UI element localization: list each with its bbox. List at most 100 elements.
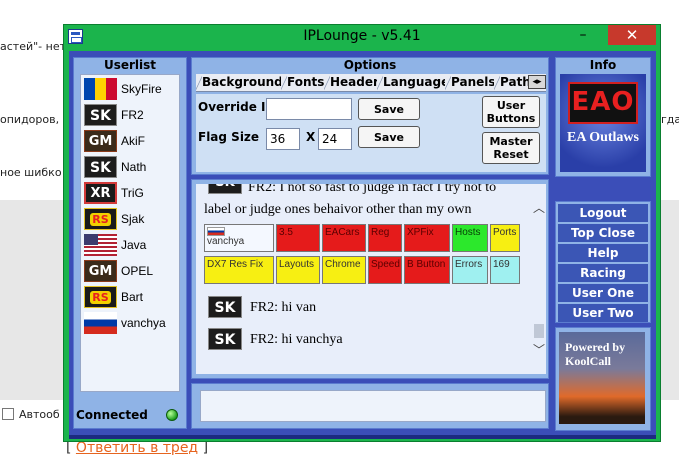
flag-size-label: Flag Size (198, 130, 260, 144)
powered-by-text: Powered by KoolCall (565, 340, 625, 368)
user-two-button[interactable]: User Two (558, 304, 648, 322)
chat-log[interactable]: SK FR2: I not so fast to judge in fact I… (196, 184, 532, 374)
user-item[interactable]: RS Bart (83, 285, 179, 309)
title-bar[interactable]: IPLounge - v5.41 – ✕ (64, 25, 660, 49)
badge-label: vanchya (207, 236, 245, 247)
usa-flag-icon (84, 234, 117, 256)
user-buttons-button[interactable]: User Buttons (482, 96, 540, 128)
override-ip-input[interactable] (266, 98, 352, 120)
status-badge: Errors (452, 256, 488, 284)
russia-flag-icon (84, 312, 117, 334)
user-name: OPEL (121, 264, 154, 278)
client-area: Userlist SkyFire SK FR2 GM AkiF SK Nath (69, 51, 656, 435)
gm-logo-icon: GM (84, 130, 117, 152)
racing-button[interactable]: Racing (558, 264, 648, 282)
status-badge: 169 (490, 256, 520, 284)
minimize-button[interactable]: – (568, 25, 598, 45)
master-reset-button[interactable]: Master Reset (482, 132, 540, 164)
status-badge: B Button (404, 256, 450, 284)
tab-language[interactable]: Language (377, 75, 449, 91)
reply-in-thread-link[interactable]: Ответить в тред (76, 440, 198, 456)
user-name: vanchya (121, 316, 166, 330)
user-item[interactable]: GM AkiF (83, 129, 179, 153)
sunset-image: Powered by KoolCall (559, 332, 645, 424)
tab-fonts[interactable]: Fonts (281, 75, 324, 91)
user-item[interactable]: Java (83, 233, 179, 257)
user-item[interactable]: SK FR2 (83, 103, 179, 127)
chat-scrollbar[interactable]: ︿ ﹀ (532, 184, 546, 374)
bg-text-line2-right: гда (661, 113, 679, 126)
tab-panels[interactable]: Panels (445, 75, 496, 91)
bg-text-line3: ное шибко (0, 166, 62, 179)
user-name: AkiF (121, 134, 145, 148)
chat-message: FR2: I not so fast to judge in fact I tr… (248, 184, 497, 195)
connection-status: Connected (76, 408, 148, 422)
save-ip-button[interactable]: Save (358, 98, 420, 120)
user-name: Java (121, 238, 147, 252)
iplounge-window: IPLounge - v5.41 – ✕ Userlist SkyFire SK… (63, 24, 661, 442)
status-badge: Ports (490, 224, 520, 252)
moldova-flag-icon (84, 78, 117, 100)
rs-badge-text: RS (90, 213, 111, 226)
scroll-up-icon[interactable]: ︿ (533, 202, 545, 214)
sk-logo-icon: SK (84, 156, 117, 178)
scroll-thumb[interactable] (534, 324, 544, 338)
bg-reply-link-row: [ Ответить в тред ] (66, 440, 208, 456)
user-name: Bart (121, 290, 144, 304)
userlist-header: Userlist (74, 58, 186, 72)
eao-logo-icon: EAO (568, 82, 638, 124)
flag-height-input[interactable] (318, 128, 352, 150)
tab-header[interactable]: Header (324, 75, 379, 91)
options-tabs: Background Fonts Header Language Panels … (196, 74, 546, 92)
powered-by-line2: KoolCall (565, 354, 612, 368)
user-item[interactable]: SkyFire (83, 77, 179, 101)
status-badge: 3.5 (276, 224, 320, 252)
options-body: Override IP Save Flag Size X Save User B… (196, 94, 546, 172)
user-name: Nath (121, 160, 147, 174)
powered-by-line1: Powered by (565, 340, 626, 354)
powered-by-panel: Powered by KoolCall (555, 327, 651, 431)
gm-logo-icon: GM (84, 260, 117, 282)
top-close-button[interactable]: Top Close (558, 224, 648, 242)
user-item[interactable]: RS Sjak (83, 207, 179, 231)
sk-logo-icon: SK (208, 184, 242, 194)
rs-logo-icon: RS (84, 286, 117, 308)
user-one-button[interactable]: User One (558, 284, 648, 302)
user-item[interactable]: XR TriG (83, 181, 179, 205)
logout-button[interactable]: Logout (558, 204, 648, 222)
status-badge: Speed (368, 256, 402, 284)
chat-message-continued: label or judge ones behaivor other than … (204, 202, 472, 217)
tab-path[interactable]: Path (494, 75, 528, 91)
status-badge: Chrome (322, 256, 366, 284)
flag-size-x-label: X (306, 130, 316, 144)
scroll-down-icon[interactable]: ﹀ (533, 344, 545, 356)
chat-message: FR2: hi van (250, 300, 317, 315)
russia-flag-icon (207, 227, 225, 236)
user-item[interactable]: SK Nath (83, 155, 179, 179)
user-name: FR2 (121, 108, 144, 122)
user-name: TriG (121, 186, 144, 200)
status-badge: Layouts (276, 256, 320, 284)
chat-panel: SK FR2: I not so fast to judge in fact I… (191, 179, 549, 379)
user-item[interactable]: vanchya (83, 311, 179, 335)
ea-outlaws-logo: EAO EA Outlaws (560, 74, 646, 172)
xr-logo-icon: XR (84, 182, 117, 204)
override-ip-label: Override IP (198, 100, 275, 114)
chat-input[interactable] (200, 390, 546, 422)
info-panel: Info EAO EA Outlaws (555, 57, 651, 177)
info-header: Info (556, 58, 650, 72)
tab-background[interactable]: Background (196, 75, 283, 91)
connection-status-bar: Connected (74, 404, 186, 426)
user-item[interactable]: GM OPEL (83, 259, 179, 283)
rs-logo-icon: RS (84, 208, 117, 230)
status-badge: EACars (322, 224, 366, 252)
help-button[interactable]: Help (558, 244, 648, 262)
save-flag-size-button[interactable]: Save (358, 126, 420, 148)
tab-scroll-arrows[interactable]: ◂▸ (528, 75, 546, 89)
bg-text-line1: астей"- нет (0, 40, 67, 53)
flag-width-input[interactable] (266, 128, 300, 150)
close-button[interactable]: ✕ (608, 25, 656, 45)
bg-checkbox-label: Автооб (19, 408, 60, 421)
bg-checkbox[interactable] (2, 408, 14, 420)
sk-logo-icon: SK (208, 296, 242, 318)
